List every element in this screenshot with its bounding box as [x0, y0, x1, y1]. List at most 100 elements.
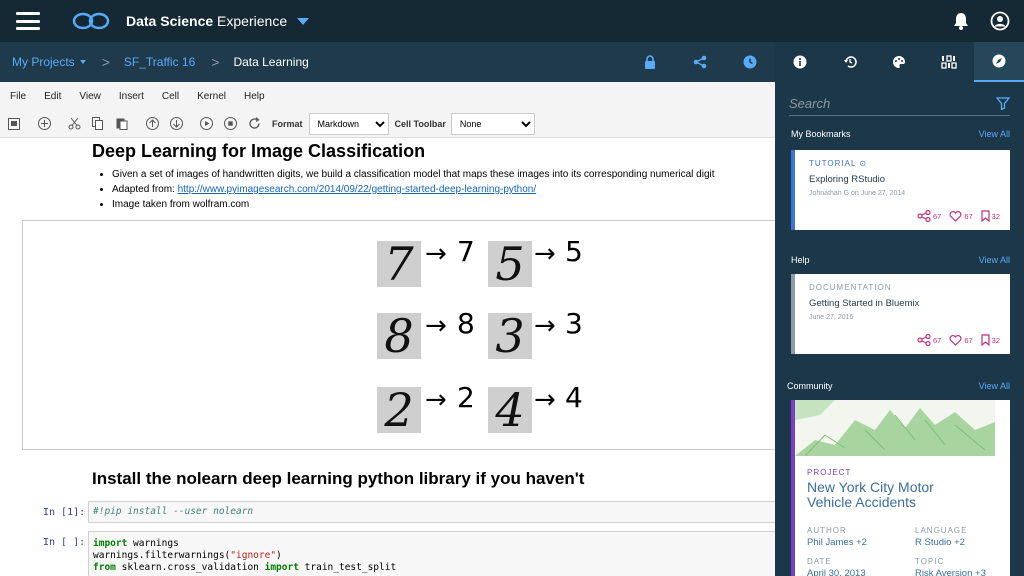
- run-button[interactable]: [196, 116, 216, 132]
- breadcrumb-separator: >: [101, 54, 110, 70]
- list-item: Adapted from: http://www.pyimagesearch.c…: [112, 184, 715, 195]
- share-icon: [917, 334, 931, 346]
- notebook-menu-bar: File Edit View Insert Cell Kernel Help: [0, 82, 775, 110]
- digit-label: 5: [565, 235, 583, 268]
- compass-icon: [992, 54, 1006, 68]
- arrow-down-icon: [169, 117, 183, 130]
- restart-button[interactable]: [244, 116, 264, 132]
- bookmark-icon: [981, 334, 990, 346]
- tab-data[interactable]: [924, 42, 974, 82]
- bookmark-card[interactable]: TUTORIAL ⊙ Exploring RStudio Johnathan G…: [791, 150, 1010, 230]
- menu-file[interactable]: File: [10, 91, 26, 102]
- arrow-icon: →: [425, 311, 447, 341]
- tab-info[interactable]: [775, 42, 825, 82]
- digit-label: 4: [565, 381, 583, 414]
- code-cell[interactable]: import warnings warnings.filterwarnings(…: [88, 531, 775, 576]
- save-count-button[interactable]: 32: [981, 334, 1000, 346]
- card-meta: Johnathan G on June 27, 2014: [809, 190, 906, 197]
- tab-palette[interactable]: [875, 42, 925, 82]
- breadcrumb-separator: >: [211, 54, 220, 70]
- view-all-link[interactable]: View All: [979, 255, 1010, 265]
- app-switcher-chevron-down-icon[interactable]: [297, 17, 310, 25]
- move-up-button[interactable]: [142, 116, 162, 132]
- bookmarks-header: My Bookmarks View All: [775, 126, 1024, 142]
- arrow-icon: →: [534, 385, 556, 415]
- section-title: Help: [791, 255, 810, 265]
- like-count-button[interactable]: 67: [949, 334, 973, 346]
- history-icon: [843, 56, 857, 68]
- menu-kernel[interactable]: Kernel: [197, 91, 226, 102]
- copy-button[interactable]: [88, 116, 108, 132]
- digit-label: 7: [457, 235, 475, 268]
- digit-label: 2: [457, 381, 475, 414]
- menu-edit[interactable]: Edit: [44, 91, 61, 102]
- digit-label: 8: [457, 307, 475, 340]
- menu-help[interactable]: Help: [244, 91, 265, 102]
- stop-button[interactable]: [220, 116, 240, 132]
- app-title[interactable]: Data Science Experience: [126, 13, 287, 29]
- play-circle-icon: ⊙: [859, 159, 868, 168]
- share-button[interactable]: [675, 55, 725, 69]
- digits-image: 7 → 7 5 → 5 8 → 8 3 → 3 2 → 2 4 → 4: [22, 220, 775, 450]
- menu-cell[interactable]: Cell: [162, 91, 179, 102]
- breadcrumb-notebook: Data Learning: [233, 55, 309, 69]
- arrow-icon: →: [425, 239, 447, 269]
- tab-history[interactable]: [825, 42, 875, 82]
- search-input[interactable]: [789, 96, 969, 111]
- notebook-toolbar: Format Markdown Cell Toolbar None: [0, 110, 775, 138]
- share-count-button[interactable]: 67: [917, 210, 941, 222]
- section-title: My Bookmarks: [791, 129, 851, 139]
- author-label: AUTHOR: [807, 526, 847, 535]
- menu-view[interactable]: View: [79, 91, 101, 102]
- lock-button[interactable]: [625, 55, 675, 69]
- binary-data-icon: [941, 55, 957, 69]
- info-icon: [793, 55, 807, 69]
- card-meta: June 27, 2016: [809, 314, 854, 321]
- markdown-heading: Deep Learning for Image Classification: [92, 141, 426, 161]
- arrow-up-icon: [145, 117, 159, 130]
- share-count-button[interactable]: 67: [917, 334, 941, 346]
- insert-cell-button[interactable]: [34, 116, 54, 132]
- notification-bell-icon[interactable]: [953, 12, 969, 30]
- filter-icon[interactable]: [996, 97, 1010, 110]
- breadcrumb-project[interactable]: SF_Traffic 16: [124, 55, 195, 69]
- view-all-link[interactable]: View All: [979, 381, 1010, 391]
- cell-prompt: In [1]:: [43, 507, 86, 518]
- source-link[interactable]: http://www.pyimagesearch.com/2014/09/22/…: [178, 184, 537, 195]
- paste-button[interactable]: [112, 116, 132, 132]
- arrow-icon: →: [534, 239, 556, 269]
- save-count-button[interactable]: 32: [981, 210, 1000, 222]
- cell-format-select[interactable]: Markdown: [308, 112, 389, 135]
- side-panel: My Bookmarks View All TUTORIAL ⊙ Explori…: [775, 42, 1024, 576]
- plus-icon: [37, 117, 51, 130]
- topic-value: Risk Aversion +3: [915, 568, 986, 576]
- card-title: Exploring RStudio: [809, 174, 886, 185]
- help-card[interactable]: DOCUMENTATION Getting Started in Bluemix…: [791, 274, 1010, 354]
- move-down-button[interactable]: [166, 116, 186, 132]
- card-title: New York City Motor Vehicle Accidents: [807, 479, 934, 510]
- list-item: Image taken from wolfram.com: [112, 199, 715, 210]
- hamburger-menu-icon[interactable]: [16, 12, 40, 30]
- handwritten-digit-image: 7: [377, 237, 421, 291]
- tab-explore[interactable]: [974, 42, 1024, 82]
- share-icon: [917, 210, 931, 222]
- like-count-button[interactable]: 67: [949, 210, 973, 222]
- chevron-down-icon[interactable]: [79, 60, 86, 64]
- view-all-link[interactable]: View All: [979, 129, 1010, 139]
- lock-icon: [645, 55, 655, 69]
- save-icon: [8, 117, 20, 130]
- user-avatar-icon[interactable]: [990, 11, 1010, 31]
- copy-icon: [92, 117, 103, 130]
- community-project-card[interactable]: PROJECT New York City Motor Vehicle Accid…: [791, 400, 1010, 576]
- menu-insert[interactable]: Insert: [119, 91, 144, 102]
- code-cell[interactable]: #!pip install --user nolearn: [88, 501, 775, 523]
- cell-toolbar-select[interactable]: None: [450, 112, 535, 135]
- handwritten-digit-image: 4: [488, 383, 532, 437]
- breadcrumb-my-projects[interactable]: My Projects: [12, 55, 75, 69]
- handwritten-digit-image: 2: [377, 383, 421, 437]
- card-type: DOCUMENTATION: [809, 283, 892, 292]
- schedule-button[interactable]: [725, 55, 775, 69]
- cut-button[interactable]: [64, 116, 84, 132]
- save-button[interactable]: [4, 116, 24, 132]
- handwritten-digit-image: 3: [488, 309, 532, 363]
